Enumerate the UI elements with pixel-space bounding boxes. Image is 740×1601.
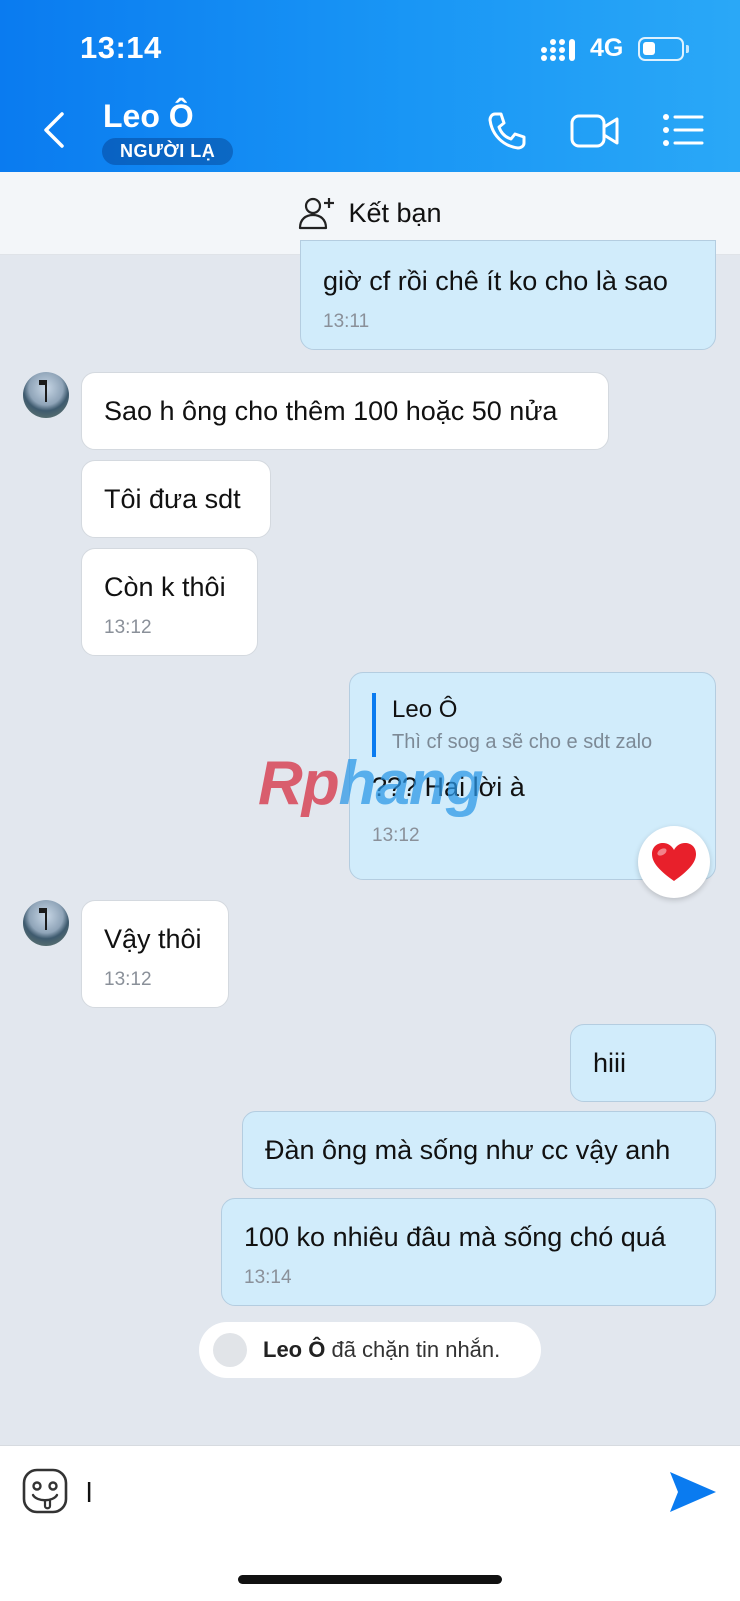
contact-avatar[interactable] bbox=[23, 900, 69, 946]
message-text: Vậy thôi bbox=[104, 924, 202, 954]
notice-name: Leo Ô bbox=[263, 1337, 326, 1362]
message-time: 13:12 bbox=[104, 969, 152, 990]
message-bubble-outgoing[interactable]: hiii bbox=[570, 1024, 716, 1102]
reaction-heart-icon[interactable] bbox=[638, 826, 710, 898]
message-bubble-outgoing[interactable]: giờ cf rồi chê ít ko cho là sao 13:11 bbox=[300, 240, 716, 350]
add-friend-label: Kết bạn bbox=[348, 197, 442, 228]
message-text: hiii bbox=[593, 1048, 627, 1078]
signal-icon bbox=[541, 39, 575, 61]
message-bubble-incoming[interactable]: Vậy thôi 13:12 bbox=[81, 900, 229, 1008]
back-arrow-icon[interactable] bbox=[38, 108, 74, 152]
quoted-sender: Leo Ô bbox=[392, 696, 458, 723]
message-bubble-outgoing[interactable]: Đàn ông mà sống như cc vậy anh bbox=[242, 1111, 716, 1189]
network-type: 4G bbox=[590, 34, 624, 62]
contact-avatar[interactable] bbox=[23, 372, 69, 418]
notice-avatar bbox=[213, 1333, 247, 1367]
message-time: 13:11 bbox=[323, 311, 370, 332]
sticker-icon[interactable] bbox=[22, 1468, 68, 1514]
message-input[interactable] bbox=[84, 1466, 628, 1520]
message-text: ??? Hai lời à bbox=[372, 772, 525, 802]
send-icon[interactable] bbox=[666, 1468, 718, 1516]
quoted-message[interactable]: Leo Ô Thì cf sog a sẽ cho e sdt zalo bbox=[372, 693, 693, 757]
home-indicator bbox=[238, 1575, 502, 1584]
blocked-notice: Leo Ô đã chặn tin nhắn. bbox=[199, 1322, 541, 1378]
message-time: 13:14 bbox=[244, 1267, 292, 1288]
notice-text: đã chặn tin nhắn. bbox=[325, 1337, 501, 1362]
quoted-text: Thì cf sog a sẽ cho e sdt zalo bbox=[392, 731, 653, 753]
message-time: 13:12 bbox=[104, 617, 152, 638]
video-call-icon[interactable] bbox=[570, 112, 620, 150]
message-text: 100 ko nhiêu đâu mà sống chó quá bbox=[244, 1222, 666, 1252]
contact-name[interactable]: Leo Ô bbox=[103, 98, 194, 135]
message-text: Tôi đưa sdt bbox=[104, 484, 241, 514]
menu-list-icon[interactable] bbox=[662, 112, 704, 148]
add-user-icon bbox=[299, 197, 335, 230]
heart-icon bbox=[652, 843, 696, 881]
message-bubble-outgoing[interactable]: 100 ko nhiêu đâu mà sống chó quá 13:14 bbox=[221, 1198, 716, 1306]
message-bubble-incoming[interactable]: Sao h ông cho thêm 100 hoặc 50 nửa bbox=[81, 372, 609, 450]
message-text: Còn k thôi bbox=[104, 572, 226, 602]
message-bubble-incoming[interactable]: Tôi đưa sdt bbox=[81, 460, 271, 538]
message-text: giờ cf rồi chê ít ko cho là sao bbox=[323, 266, 668, 296]
message-text: Sao h ông cho thêm 100 hoặc 50 nửa bbox=[104, 396, 558, 426]
stranger-badge: NGƯỜI LẠ bbox=[102, 138, 234, 165]
chat-header: 13:14 4G Leo Ô NGƯỜI LẠ bbox=[0, 0, 740, 172]
status-time: 13:14 bbox=[80, 30, 162, 65]
message-text: Đàn ông mà sống như cc vậy anh bbox=[265, 1135, 671, 1165]
battery-icon bbox=[638, 37, 689, 61]
phone-icon[interactable] bbox=[486, 110, 528, 152]
message-bubble-incoming[interactable]: Còn k thôi 13:12 bbox=[81, 548, 258, 656]
